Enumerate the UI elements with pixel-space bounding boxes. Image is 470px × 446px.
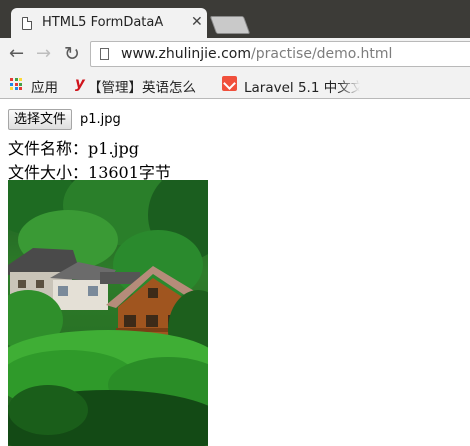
url-text[interactable]: www.zhulinjie.com/practise/demo.html (121, 46, 392, 62)
file-name-row: 文件名称：p1.jpg (8, 135, 139, 159)
bookmarks-bar: 应用 y 【管理】英语怎么 Laravel 5.1 中文文 (0, 72, 470, 99)
laravel-icon (222, 76, 237, 91)
file-name-label: 文件名称： (8, 139, 89, 158)
bookmark-apps[interactable]: 应用 (31, 76, 58, 96)
browser-titlebar: HTML5 FormDataA ✕ (0, 0, 470, 38)
selected-file-name: p1.jpg (80, 112, 121, 127)
reload-icon[interactable]: ↻ (64, 44, 80, 64)
back-arrow-icon[interactable]: ← (9, 44, 24, 64)
file-name-value: p1.jpg (88, 139, 139, 158)
bookmark-manage[interactable]: 【管理】英语怎么 (88, 76, 221, 96)
page-icon (100, 48, 109, 60)
url-path: /practise/demo.html (251, 46, 393, 62)
browser-tab[interactable]: HTML5 FormDataA ✕ (11, 8, 207, 38)
url-host: www.zhulinjie.com (121, 46, 252, 62)
landscape-picture (8, 180, 208, 446)
browser-toolbar: ← → ↻ www.zhulinjie.com/practise/demo.ht… (0, 38, 470, 72)
document-icon (22, 17, 32, 30)
apps-grid-icon[interactable] (10, 78, 22, 90)
bookmark-laravel[interactable]: Laravel 5.1 中文文 (244, 76, 360, 96)
forward-arrow-icon[interactable]: → (36, 44, 51, 64)
choose-file-button[interactable]: 选择文件 (8, 109, 73, 130)
tab-title: HTML5 FormDataA (42, 15, 182, 30)
close-icon[interactable]: ✕ (191, 14, 203, 30)
youdao-icon: y (75, 74, 85, 92)
address-bar[interactable]: www.zhulinjie.com/practise/demo.html (90, 41, 470, 67)
new-tab-button[interactable] (209, 16, 251, 34)
image-preview (8, 180, 208, 446)
